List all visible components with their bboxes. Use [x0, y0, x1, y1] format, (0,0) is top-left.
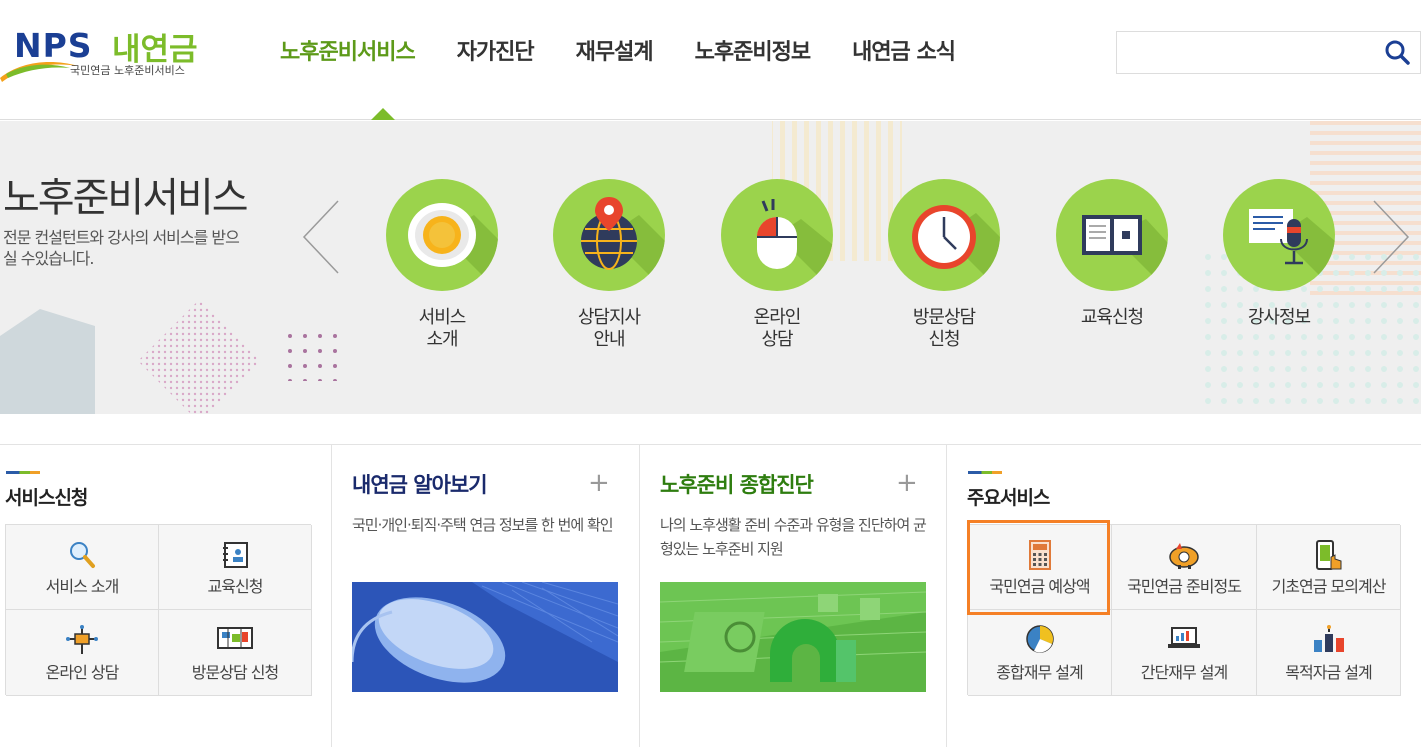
hero-service-visit[interactable]: 방문상담 신청: [874, 179, 1014, 351]
main-nav: 노후준비서비스 자가진단 재무설계 노후준비정보 내연금 소식: [280, 34, 997, 66]
coffee-cup-icon: [386, 179, 498, 291]
hero-title: 노후준비서비스: [3, 175, 249, 221]
diagnosis-card-title[interactable]: 노후준비 종합진단: [660, 469, 814, 499]
hero-service-education[interactable]: 교육신청: [1042, 179, 1182, 329]
column-divider: [946, 444, 947, 747]
hero-service-label: 서비스 소개: [418, 307, 467, 350]
hero-service-label: 강사정보: [1247, 307, 1311, 328]
section-accent-bar: [6, 471, 40, 474]
service-apply-education[interactable]: 교육신청: [159, 525, 312, 610]
nav-self-diagnosis[interactable]: 자가진단: [457, 34, 535, 66]
logo-brand: NPS: [14, 26, 93, 65]
hero-service-label: 방문상담 신청: [912, 307, 976, 350]
pension-more-icon[interactable]: +: [588, 470, 610, 496]
microphone-icon: [1223, 179, 1335, 291]
search-icon[interactable]: [1384, 39, 1410, 65]
column-divider: [639, 444, 640, 747]
main-service-basic-pension-calc[interactable]: 기초연금 모의계산: [1257, 525, 1401, 610]
cell-label: 교육신청: [207, 577, 264, 596]
magnifier-icon: [70, 542, 95, 568]
pension-card-description: 국민·개인·퇴직·주택 연금 정보를 한 번에 확인: [352, 516, 614, 534]
laptop-chart-icon: [1168, 627, 1200, 648]
clock-icon: [888, 179, 1000, 291]
hero-service-label: 상담지사 안내: [577, 307, 641, 350]
pension-card-title[interactable]: 내연금 알아보기: [352, 469, 488, 499]
search-input[interactable]: [1117, 32, 1367, 73]
piggy-bank-icon: [1169, 543, 1199, 569]
nav-active-pointer: [371, 108, 395, 120]
hero-description: 전문 컨설턴트와 강사의 서비스를 받으실 수있습니다.: [3, 228, 240, 268]
main-services-grid: 국민연금 예상액 국민연금 준비정도 기초연금 모의계산 종합재무 설계 간단재…: [967, 524, 1401, 696]
section-accent-bar: [968, 471, 1002, 474]
network-icon: [66, 625, 98, 654]
service-apply-visit[interactable]: 방문상담 신청: [159, 610, 312, 696]
main-service-pension-readiness[interactable]: 국민연금 준비정도: [1112, 525, 1257, 610]
cell-label: 종합재무 설계: [996, 663, 1083, 682]
bar-chart-icon: [1313, 625, 1344, 652]
search-box: [1116, 31, 1421, 74]
cell-label: 방문상담 신청: [191, 663, 279, 682]
column-divider: [331, 444, 332, 747]
header: NPS 내연금 국민연금 노후준비서비스 노후준비서비스 자가진단 재무설계 노…: [0, 0, 1421, 120]
cell-label: 서비스 소개: [45, 577, 120, 596]
cell-label: 온라인 상담: [45, 663, 120, 682]
cell-label: 간단재무 설계: [1140, 663, 1228, 682]
cell-label: 국민연금 준비정도: [1127, 577, 1242, 596]
service-apply-intro[interactable]: 서비스 소개: [6, 525, 159, 610]
main-service-goal-fund-plan[interactable]: 목적자금 설계: [1257, 610, 1401, 696]
main-services-title: 주요서비스: [967, 487, 1050, 509]
logo-subtitle: 국민연금 노후준비서비스: [70, 64, 185, 77]
pension-card-image[interactable]: [352, 582, 618, 692]
hero-service-label: 온라인 상담: [753, 307, 802, 350]
mouse-icon: [721, 179, 833, 291]
nav-retirement-info[interactable]: 노후준비정보: [695, 34, 811, 66]
nav-pension-news[interactable]: 내연금 소식: [852, 34, 956, 66]
hero-service-label: 교육신청: [1080, 307, 1144, 328]
slider-prev-arrow-icon[interactable]: [300, 199, 340, 275]
service-apply-online[interactable]: 온라인 상담: [6, 610, 159, 696]
globe-pin-icon: [553, 179, 665, 291]
nav-financial-planning[interactable]: 재무설계: [576, 34, 654, 66]
logo[interactable]: NPS 내연금 국민연금 노후준비서비스: [0, 22, 220, 82]
service-apply-title: 서비스신청: [5, 487, 88, 509]
cell-label: 기초연금 모의계산: [1271, 577, 1387, 596]
pie-chart-icon: [1025, 625, 1054, 653]
diagnosis-card-image[interactable]: [660, 582, 926, 692]
diagnosis-card-description: 나의 노후생활 준비 수준과 유형을 진단하여 균형있는 노후준비 지원: [660, 516, 927, 558]
notebook-icon: [223, 542, 248, 568]
hero-service-intro[interactable]: 서비스 소개: [372, 179, 512, 351]
map-icon: [217, 627, 253, 649]
nav-retirement-service[interactable]: 노후준비서비스: [280, 34, 416, 66]
hero-service-branch[interactable]: 상담지사 안내: [539, 179, 679, 351]
cell-label: 국민연금 예상액: [989, 577, 1090, 596]
diagnosis-more-icon[interactable]: +: [896, 470, 918, 496]
book-icon: [1056, 179, 1168, 291]
cell-label: 목적자금 설계: [1285, 663, 1372, 682]
slider-next-arrow-icon[interactable]: [1372, 199, 1412, 275]
main-service-comprehensive-plan[interactable]: 종합재무 설계: [968, 610, 1112, 696]
hero-service-instructor[interactable]: 강사정보: [1209, 179, 1349, 329]
hero-banner: 노후준비서비스 전문 컨설턴트와 강사의 서비스를 받으실 수있습니다. 서비스…: [0, 121, 1421, 414]
service-apply-grid: 서비스 소개 교육신청 온라인 상담 방문상담 신청: [5, 524, 312, 696]
main-service-simple-plan[interactable]: 간단재무 설계: [1112, 610, 1257, 696]
phone-touch-icon: [1315, 540, 1341, 570]
calculator-icon: [1028, 540, 1051, 570]
hero-service-online[interactable]: 온라인 상담: [707, 179, 847, 351]
main-service-pension-estimate[interactable]: 국민연금 예상액: [968, 525, 1112, 610]
